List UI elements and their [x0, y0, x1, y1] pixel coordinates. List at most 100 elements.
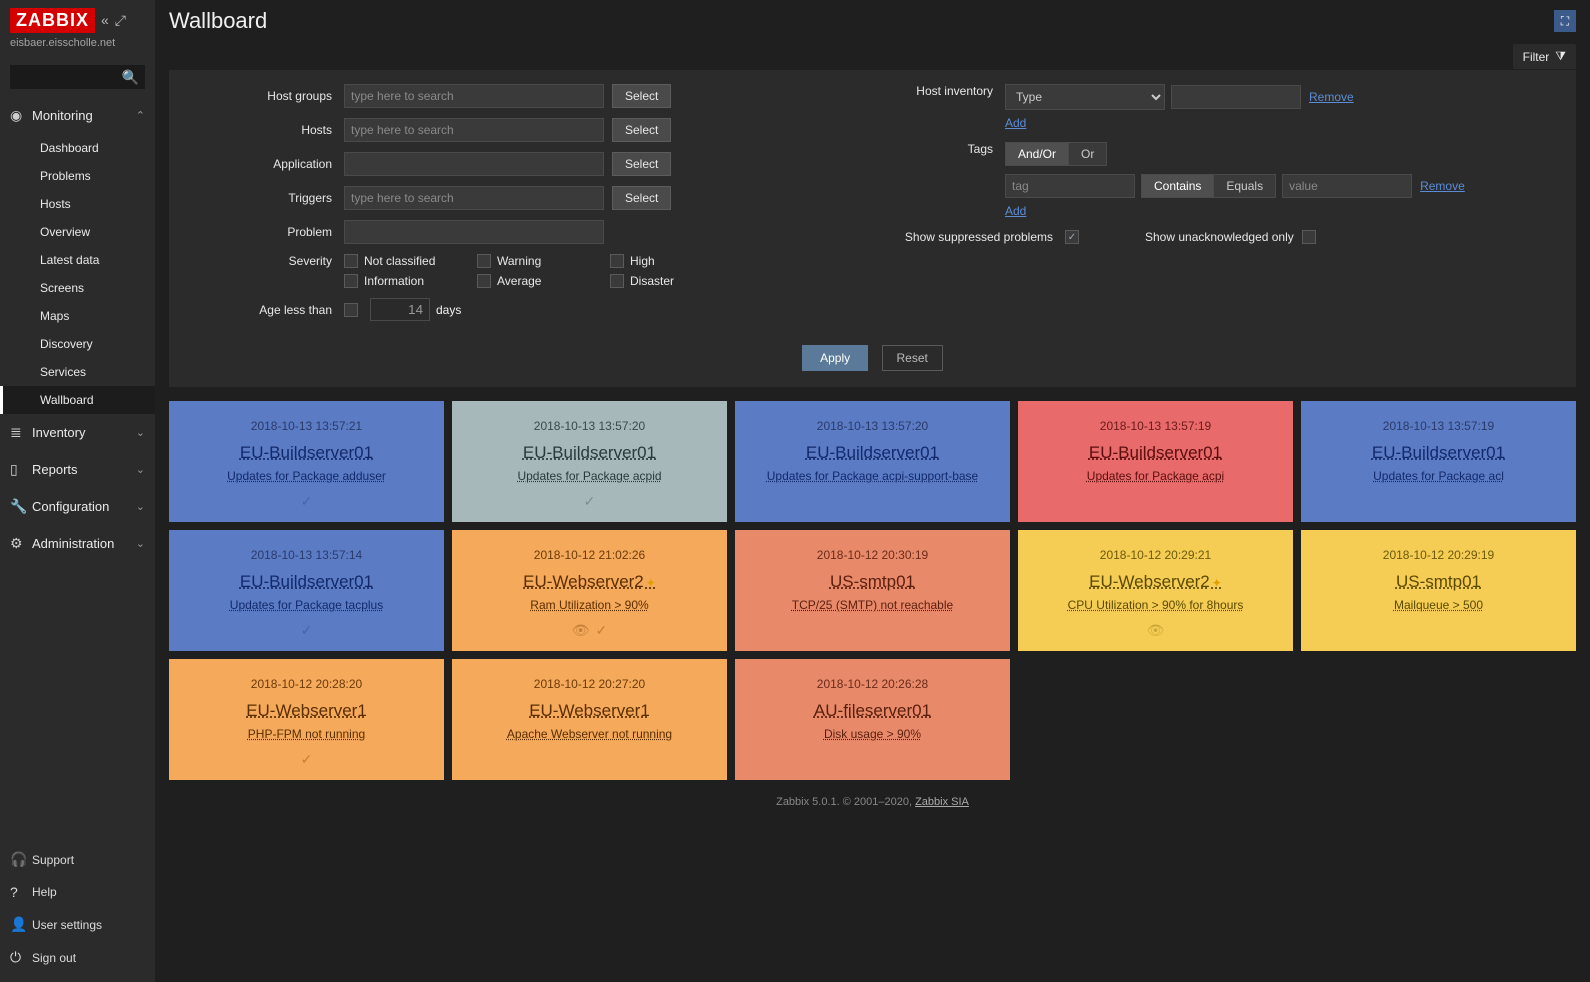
nav-item-problems[interactable]: Problems — [0, 162, 155, 190]
reset-button[interactable]: Reset — [882, 345, 943, 371]
severity-checkbox-information[interactable] — [344, 274, 358, 288]
nav-section-monitoring[interactable]: ◉Monitoring⌃ — [0, 97, 155, 134]
tags-equals-button[interactable]: Equals — [1214, 175, 1275, 197]
tags-or-button[interactable]: Or — [1069, 143, 1106, 165]
tile-problem-link[interactable]: Apache Webserver not running — [464, 727, 715, 741]
problem-tile[interactable]: 2018-10-12 20:27:20 EU-Webserver1 Apache… — [452, 659, 727, 780]
nav-item-overview[interactable]: Overview — [0, 218, 155, 246]
tile-problem-link[interactable]: Updates for Package acpi — [1030, 469, 1281, 483]
tile-timestamp: 2018-10-12 20:29:21 — [1030, 548, 1281, 562]
inventory-type-select[interactable]: Type — [1005, 84, 1165, 110]
fullscreen-button[interactable]: ⛶ — [1554, 10, 1576, 32]
tile-problem-link[interactable]: CPU Utilization > 90% for 8hours — [1030, 598, 1281, 612]
footer-sign-out[interactable]: ⏻Sign out — [0, 941, 155, 974]
nav-item-services[interactable]: Services — [0, 358, 155, 386]
problem-tile[interactable]: 2018-10-13 13:57:19 EU-Buildserver01 Upd… — [1018, 401, 1293, 522]
severity-checkbox-disaster[interactable] — [610, 274, 624, 288]
problem-tile[interactable]: 2018-10-13 13:57:20 EU-Buildserver01 Upd… — [735, 401, 1010, 522]
severity-checkbox-high[interactable] — [610, 254, 624, 268]
tile-host-link[interactable]: AU-fileserver01 — [747, 701, 998, 721]
application-select-button[interactable]: Select — [612, 152, 671, 176]
tile-host-link[interactable]: EU-Buildserver01 — [747, 443, 998, 463]
age-checkbox[interactable] — [344, 303, 358, 317]
tag-name-input[interactable] — [1005, 174, 1135, 198]
nav-section-administration[interactable]: ⚙Administration⌄ — [0, 525, 155, 562]
problem-tile[interactable]: 2018-10-13 13:57:20 EU-Buildserver01 Upd… — [452, 401, 727, 522]
tile-host-link[interactable]: EU-Buildserver01 — [464, 443, 715, 463]
severity-checkbox-average[interactable] — [477, 274, 491, 288]
problem-tile[interactable]: 2018-10-12 20:29:19 US-smtp01 Mailqueue … — [1301, 530, 1576, 651]
triggers-input[interactable] — [344, 186, 604, 210]
tags-andor-button[interactable]: And/Or — [1006, 143, 1069, 165]
nav-item-discovery[interactable]: Discovery — [0, 330, 155, 358]
tile-problem-link[interactable]: PHP-FPM not running — [181, 727, 432, 741]
collapse-sidebar-icon[interactable]: « — [101, 12, 109, 29]
suppressed-checkbox[interactable] — [1065, 230, 1079, 244]
nav-section-configuration[interactable]: 🔧Configuration⌄ — [0, 488, 155, 525]
footer-link[interactable]: Zabbix SIA — [915, 796, 969, 808]
nav-item-latest-data[interactable]: Latest data — [0, 246, 155, 274]
filter-toggle[interactable]: Filter ⧩ — [1513, 44, 1576, 69]
nav-section-reports[interactable]: ▯Reports⌄ — [0, 451, 155, 488]
footer-user-settings[interactable]: 👤User settings — [0, 908, 155, 941]
tile-host-link[interactable]: EU-Buildserver01 — [1030, 443, 1281, 463]
host-groups-input[interactable] — [344, 84, 604, 108]
problem-tile[interactable]: 2018-10-12 20:29:21 EU-Webserver2✦ CPU U… — [1018, 530, 1293, 651]
host-groups-select-button[interactable]: Select — [612, 84, 671, 108]
footer-support[interactable]: 🎧Support — [0, 843, 155, 876]
inventory-add-link[interactable]: Add — [1005, 116, 1026, 130]
hosts-input[interactable] — [344, 118, 604, 142]
tile-problem-link[interactable]: TCP/25 (SMTP) not reachable — [747, 598, 998, 612]
tile-problem-link[interactable]: Ram Utilization > 90% — [464, 598, 715, 612]
nav-item-dashboard[interactable]: Dashboard — [0, 134, 155, 162]
nav-item-maps[interactable]: Maps — [0, 302, 155, 330]
nav-item-screens[interactable]: Screens — [0, 274, 155, 302]
tag-remove-link[interactable]: Remove — [1420, 179, 1465, 193]
problem-tile[interactable]: 2018-10-12 20:28:20 EU-Webserver1 PHP-FP… — [169, 659, 444, 780]
inventory-value-input[interactable] — [1171, 85, 1301, 109]
severity-checkbox-not-classified[interactable] — [344, 254, 358, 268]
tags-contains-button[interactable]: Contains — [1142, 175, 1214, 197]
tile-problem-link[interactable]: Disk usage > 90% — [747, 727, 998, 741]
tile-problem-link[interactable]: Updates for Package acpid — [464, 469, 715, 483]
nav-section-inventory[interactable]: ≣Inventory⌄ — [0, 414, 155, 451]
tile-host-link[interactable]: EU-Buildserver01 — [181, 572, 432, 592]
nav-item-wallboard[interactable]: Wallboard — [0, 386, 155, 414]
footer-help[interactable]: ?Help — [0, 876, 155, 908]
tile-problem-link[interactable]: Updates for Package tacplus — [181, 598, 432, 612]
problem-tile[interactable]: 2018-10-12 20:26:28 AU-fileserver01 Disk… — [735, 659, 1010, 780]
problem-tile[interactable]: 2018-10-12 21:02:26 EU-Webserver2✦ Ram U… — [452, 530, 727, 651]
unack-checkbox[interactable] — [1302, 230, 1316, 244]
problem-tile[interactable]: 2018-10-13 13:57:21 EU-Buildserver01 Upd… — [169, 401, 444, 522]
inventory-remove-link[interactable]: Remove — [1309, 90, 1354, 104]
tile-host-link[interactable]: US-smtp01 — [1313, 572, 1564, 592]
problem-tile[interactable]: 2018-10-13 13:57:19 EU-Buildserver01 Upd… — [1301, 401, 1576, 522]
apply-button[interactable]: Apply — [802, 345, 868, 371]
tile-problem-link[interactable]: Updates for Package adduser — [181, 469, 432, 483]
tile-host-link[interactable]: EU-Webserver2✦ — [464, 572, 715, 592]
ack-icon: ✓ — [301, 493, 313, 510]
tile-host-link[interactable]: EU-Webserver2✦ — [1030, 572, 1281, 592]
tile-problem-link[interactable]: Updates for Package acpi-support-base — [747, 469, 998, 483]
nav-item-hosts[interactable]: Hosts — [0, 190, 155, 218]
chevron-icon: ⌄ — [136, 426, 145, 439]
problem-tile[interactable]: 2018-10-13 13:57:14 EU-Buildserver01 Upd… — [169, 530, 444, 651]
tile-host-link[interactable]: US-smtp01 — [747, 572, 998, 592]
tile-host-link[interactable]: EU-Buildserver01 — [181, 443, 432, 463]
tag-value-input[interactable] — [1282, 174, 1412, 198]
tile-problem-link[interactable]: Mailqueue > 500 — [1313, 598, 1564, 612]
tile-host-link[interactable]: EU-Webserver1 — [181, 701, 432, 721]
triggers-select-button[interactable]: Select — [612, 186, 671, 210]
age-input[interactable] — [370, 298, 430, 321]
tile-host-link[interactable]: EU-Buildserver01 — [1313, 443, 1564, 463]
popout-icon[interactable]: ⤢ — [115, 12, 126, 29]
application-input[interactable] — [344, 152, 604, 176]
severity-checkbox-warning[interactable] — [477, 254, 491, 268]
tile-problem-link[interactable]: Updates for Package acl — [1313, 469, 1564, 483]
tag-add-link[interactable]: Add — [1005, 204, 1026, 218]
tile-host-link[interactable]: EU-Webserver1 — [464, 701, 715, 721]
problem-tile[interactable]: 2018-10-12 20:30:19 US-smtp01 TCP/25 (SM… — [735, 530, 1010, 651]
search-icon[interactable]: 🔍 — [122, 69, 139, 86]
problem-input[interactable] — [344, 220, 604, 244]
hosts-select-button[interactable]: Select — [612, 118, 671, 142]
